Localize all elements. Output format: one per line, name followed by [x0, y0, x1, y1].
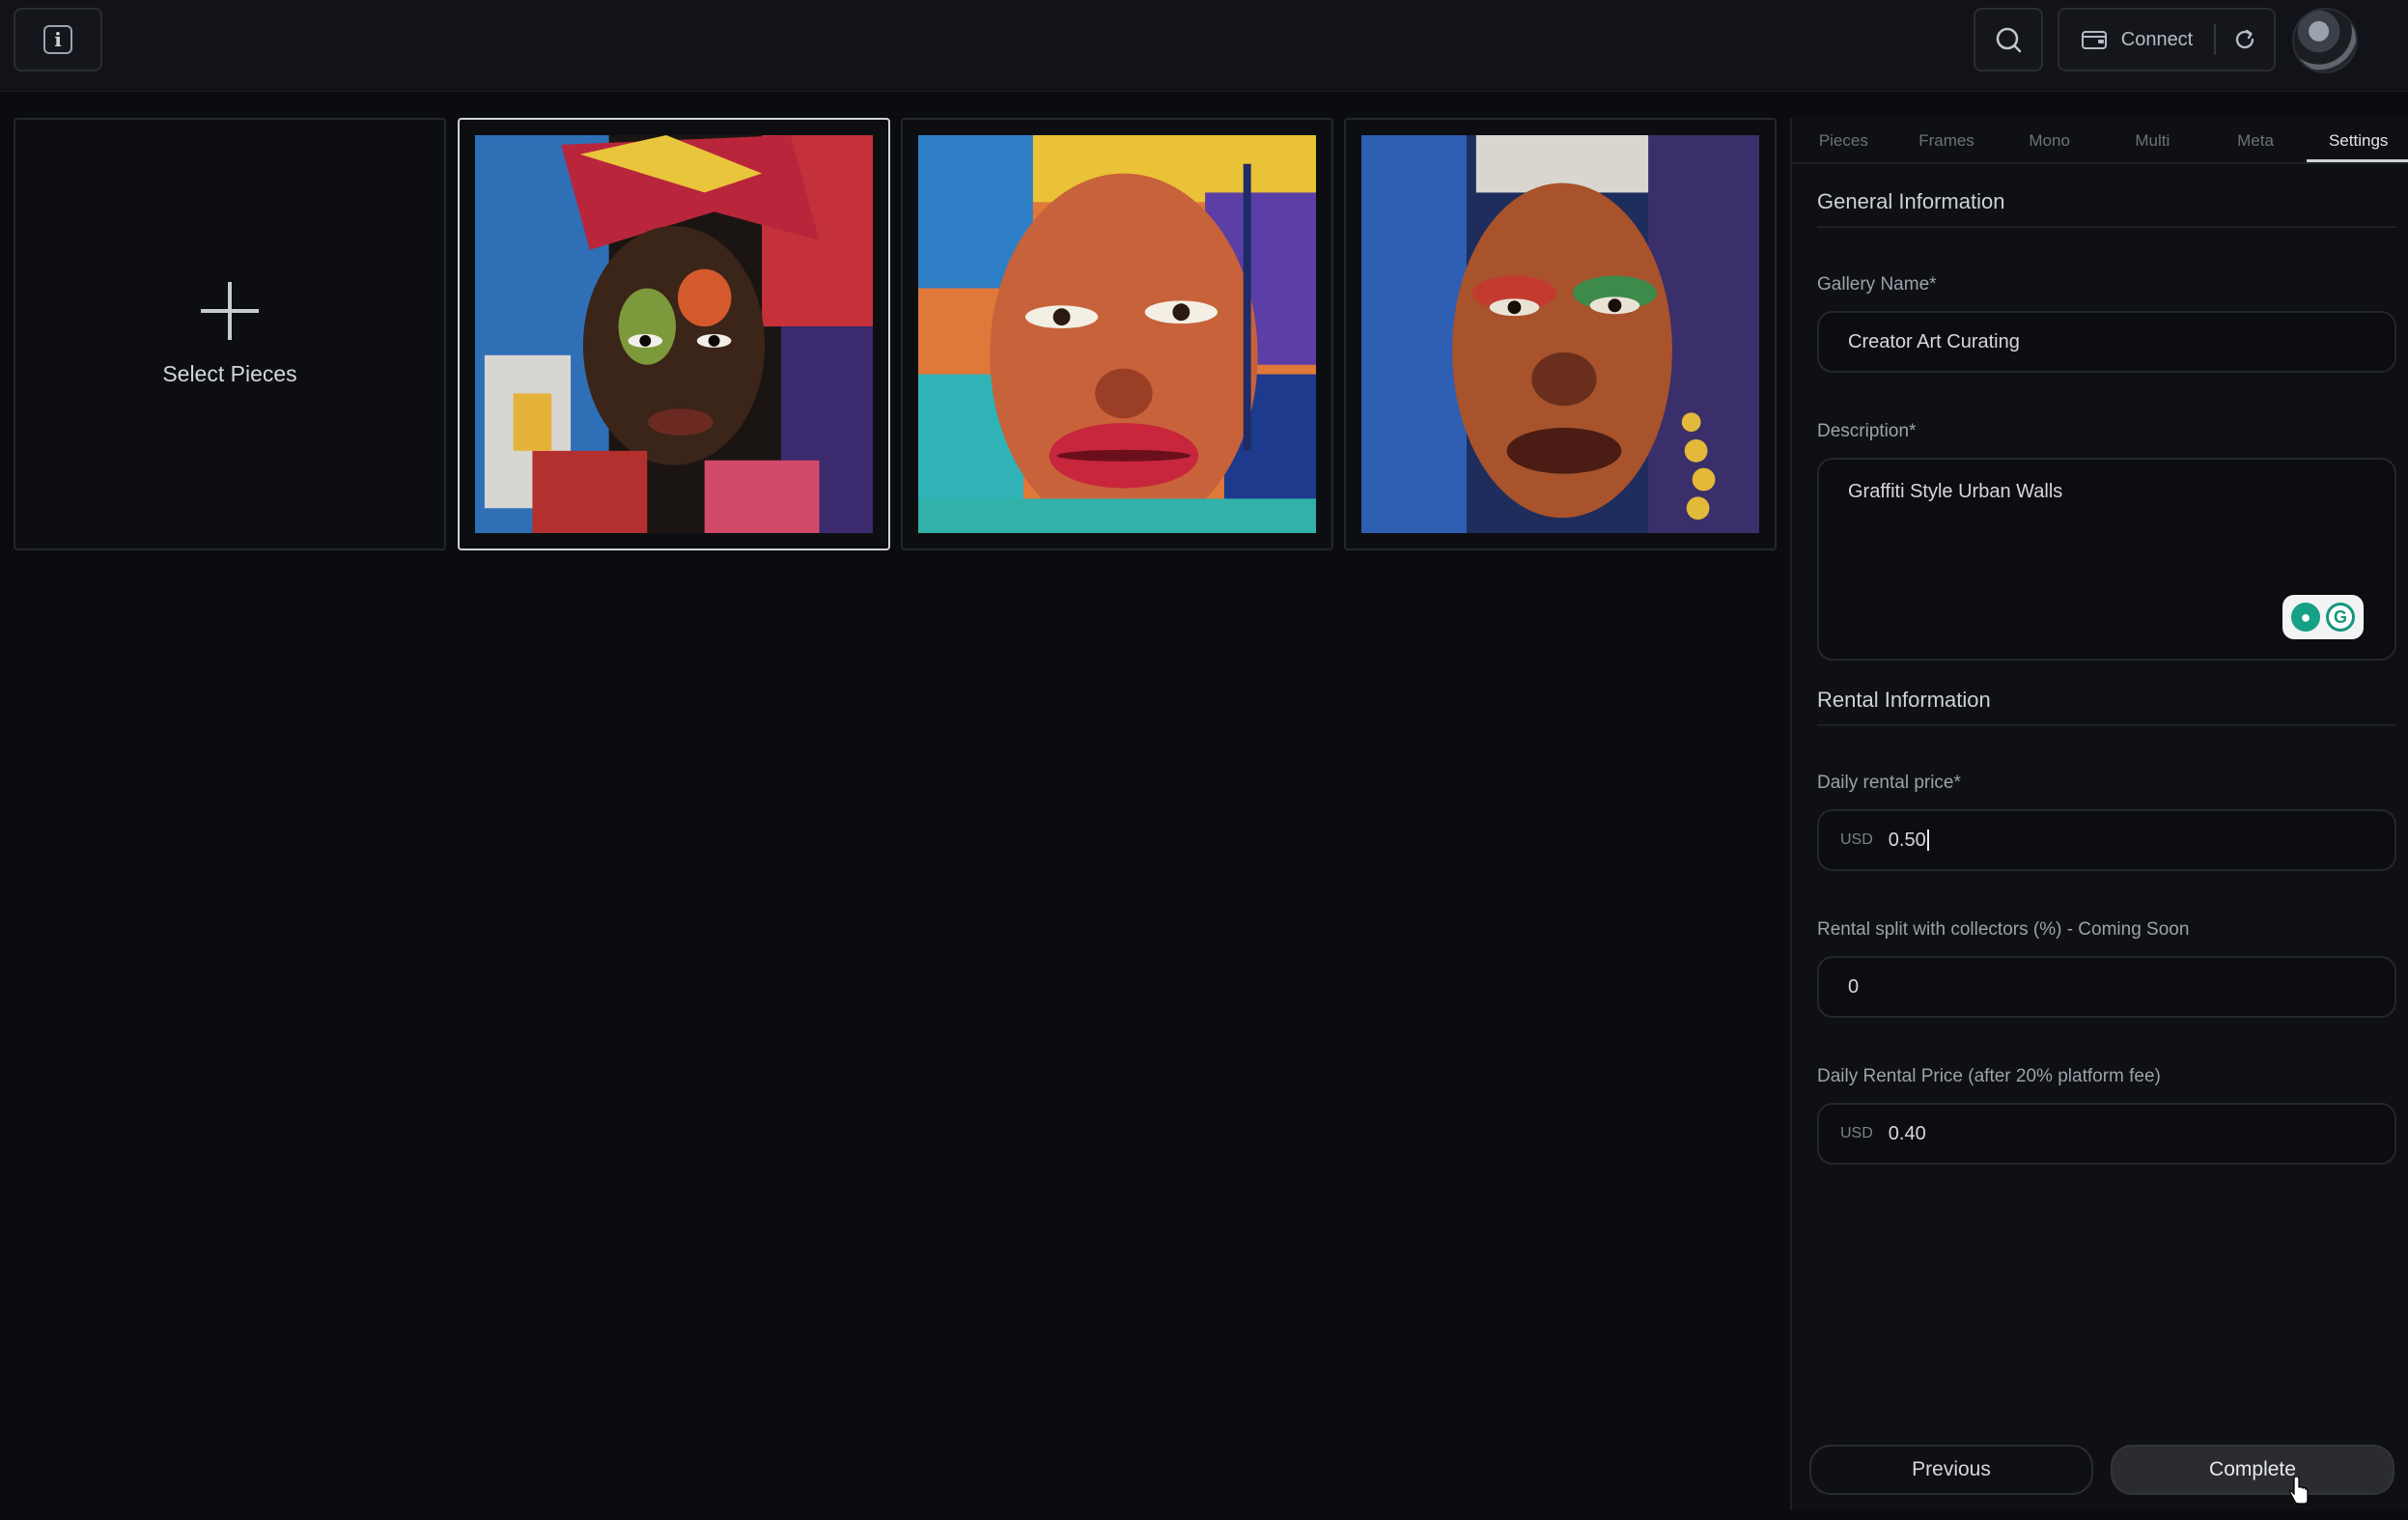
- daily-rental-price-field[interactable]: USD 0.50: [1817, 809, 2396, 871]
- artwork-card-1[interactable]: [458, 118, 890, 550]
- divider: [1817, 724, 2396, 726]
- price-after-fee-value: 0.40: [1888, 1122, 1926, 1144]
- search-icon: [1996, 27, 2022, 53]
- gallery-name-field[interactable]: Creator Art Curating: [1817, 311, 2396, 373]
- gallery-name-label: Gallery Name*: [1817, 274, 1937, 295]
- rental-split-label: Rental split with collectors (%) - Comin…: [1817, 919, 2190, 940]
- tab-meta[interactable]: Meta: [2204, 118, 2308, 162]
- settings-panel: Pieces Frames Mono Multi Meta Settings G…: [1790, 118, 2408, 1510]
- artwork-card-2[interactable]: [901, 118, 1333, 550]
- pointer-cursor-icon: [2289, 1477, 2309, 1505]
- grammarly-suggestion-icon: ●: [2291, 603, 2320, 632]
- complete-button[interactable]: Complete: [2111, 1445, 2394, 1495]
- wallet-icon: [2081, 31, 2107, 49]
- gallery-name-value: Creator Art Curating: [1848, 330, 2020, 352]
- grammarly-widget[interactable]: ● G: [2282, 595, 2364, 639]
- description-label: Description*: [1817, 421, 1917, 441]
- artwork-image-2: [918, 135, 1316, 533]
- price-after-fee-label: Daily Rental Price (after 20% platform f…: [1817, 1066, 2161, 1086]
- refresh-icon: [2235, 29, 2254, 49]
- refresh-button[interactable]: [2216, 10, 2274, 70]
- tab-frames[interactable]: Frames: [1895, 118, 1999, 162]
- currency-prefix: USD: [1840, 831, 1873, 848]
- user-avatar[interactable]: [2292, 8, 2358, 73]
- general-information-heading: General Information: [1817, 189, 2005, 213]
- tab-pieces[interactable]: Pieces: [1792, 118, 1895, 162]
- select-pieces-card[interactable]: Select Pieces: [14, 118, 446, 550]
- connect-group: Connect: [2058, 8, 2276, 71]
- artwork-image-3: [1361, 135, 1759, 533]
- rental-split-value: 0: [1848, 975, 1860, 998]
- search-button[interactable]: [1974, 8, 2043, 71]
- top-bar: i Connect: [0, 0, 2408, 92]
- connect-label: Connect: [2120, 28, 2194, 50]
- text-caret: [1926, 830, 1929, 851]
- tab-mono[interactable]: Mono: [1998, 118, 2101, 162]
- tab-multi[interactable]: Multi: [2101, 118, 2204, 162]
- grammarly-icon: G: [2326, 603, 2355, 632]
- plus-icon: [201, 281, 259, 340]
- price-after-fee-field: USD 0.40: [1817, 1103, 2396, 1165]
- description-value: Graffiti Style Urban Walls: [1848, 481, 2063, 502]
- currency-prefix: USD: [1840, 1125, 1873, 1141]
- artwork-image-1: [475, 135, 873, 533]
- select-pieces-label: Select Pieces: [162, 360, 297, 386]
- rental-information-heading: Rental Information: [1817, 688, 1991, 712]
- info-icon: i: [43, 25, 72, 54]
- artwork-card-3[interactable]: [1344, 118, 1777, 550]
- rental-split-field[interactable]: 0: [1817, 956, 2396, 1018]
- daily-rental-price-value: 0.50: [1888, 829, 1926, 851]
- daily-rental-price-label: Daily rental price*: [1817, 773, 1961, 793]
- previous-button[interactable]: Previous: [1809, 1445, 2093, 1495]
- info-button[interactable]: i: [14, 8, 102, 71]
- tab-settings[interactable]: Settings: [2307, 118, 2408, 162]
- connect-button[interactable]: Connect: [2059, 10, 2214, 70]
- divider: [1817, 226, 2396, 228]
- panel-tabs: Pieces Frames Mono Multi Meta Settings: [1792, 118, 2408, 164]
- description-field[interactable]: Graffiti Style Urban Walls ● G: [1817, 458, 2396, 661]
